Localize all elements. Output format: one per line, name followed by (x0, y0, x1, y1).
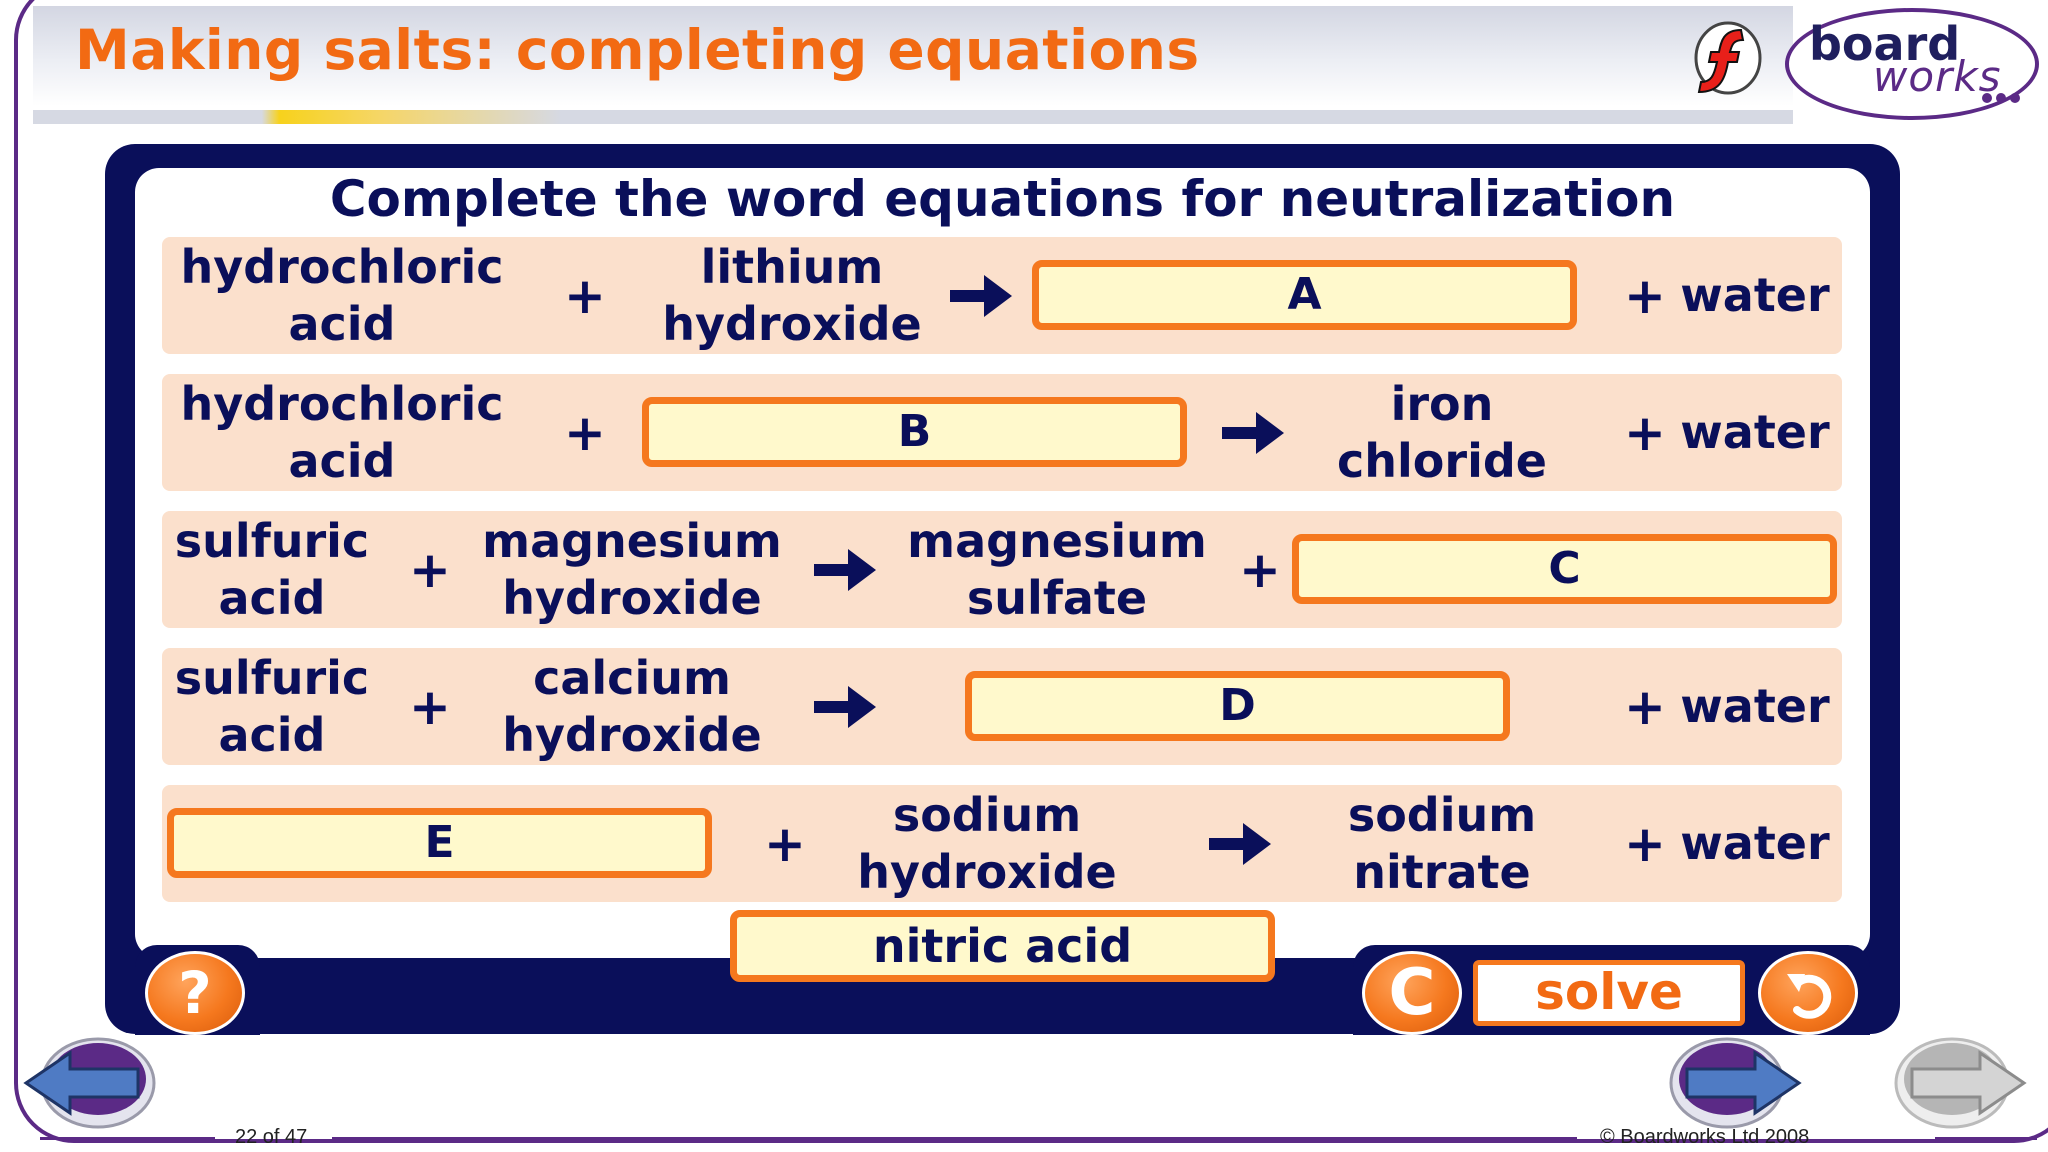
word-line: sodium (892, 788, 1082, 842)
help-button[interactable]: ? (145, 951, 245, 1035)
word-line: sodium (1347, 788, 1537, 842)
word-line: acid (218, 708, 326, 762)
word-line: acid (288, 434, 396, 488)
reactant-2: sodium hydroxide (852, 787, 1122, 901)
word-line: calcium (533, 651, 731, 705)
reactant-2: lithium hydroxide (632, 239, 952, 353)
header-stripe (33, 110, 1793, 124)
equation-row-4: sulfuric acid + calcium hydroxide D + wa… (162, 648, 1842, 765)
word-line: magnesium (907, 514, 1207, 568)
product-1: sodium nitrate (1327, 787, 1557, 901)
right-arrow-icon (1209, 823, 1271, 865)
word-line: iron (1390, 377, 1494, 431)
back-arrow-icon[interactable] (20, 1035, 160, 1131)
word-line: hydrochloric (180, 377, 504, 431)
slide-title: Making salts: completing equations (75, 18, 1200, 82)
reset-button[interactable]: C (1362, 951, 1462, 1035)
word-line: hydroxide (502, 571, 762, 625)
reactant-2: magnesium hydroxide (467, 513, 797, 627)
word-line: hydroxide (662, 297, 922, 351)
word-line: nitrate (1353, 845, 1531, 899)
equation-row-2: hydrochloric acid + B iron chloride + wa… (162, 374, 1842, 491)
footer-rule (1935, 1137, 2037, 1140)
plus-sign: + (1239, 541, 1281, 599)
word-line: hydroxide (857, 845, 1117, 899)
word-line: sulfuric (174, 514, 370, 568)
equation-row-1: hydrochloric acid + lithium hydroxide A … (162, 237, 1842, 354)
product-water: water (1680, 405, 1830, 459)
answer-box-c[interactable]: C (1292, 534, 1837, 604)
plus-sign: + (1624, 815, 1666, 873)
product-water: water (1680, 816, 1830, 870)
word-line: acid (288, 297, 396, 351)
product-1: iron chloride (1322, 376, 1562, 490)
reactant-1: hydrochloric acid (172, 376, 512, 490)
word-line: hydroxide (502, 708, 762, 762)
equation-row-3: sulfuric acid + magnesium hydroxide magn… (162, 511, 1842, 628)
flash-f-icon (1694, 21, 1762, 95)
answer-box-a[interactable]: A (1032, 260, 1577, 330)
plus-sign: + (764, 815, 806, 873)
answer-box-b[interactable]: B (642, 397, 1187, 467)
word-line: sulfate (966, 571, 1148, 625)
forward-arrow-disabled-icon (1894, 1037, 2027, 1129)
draggable-answer-tile[interactable]: nitric acid (730, 910, 1275, 982)
word-line: magnesium (482, 514, 782, 568)
answer-box-e[interactable]: E (167, 808, 712, 878)
word-line: chloride (1337, 434, 1547, 488)
logo-dots-icon (1982, 93, 2020, 103)
right-arrow-icon (950, 275, 1012, 317)
undo-button[interactable] (1758, 951, 1858, 1035)
footer-rule (40, 1137, 215, 1140)
forward-arrow-icon[interactable] (1665, 1035, 1805, 1131)
plus-sign: + (1624, 404, 1666, 462)
plus-sign: + (564, 404, 606, 462)
plus-sign: + (409, 678, 451, 736)
equation-row-5: E + sodium hydroxide sodium nitrate + wa… (162, 785, 1842, 902)
plus-sign: + (409, 541, 451, 599)
word-line: acid (218, 571, 326, 625)
product-1: magnesium sulfate (892, 513, 1222, 627)
undo-arrow-icon (1787, 974, 1832, 1019)
reactant-1: sulfuric acid (167, 513, 377, 627)
right-arrow-icon (814, 686, 876, 728)
word-line: lithium (700, 240, 884, 294)
product-water: water (1680, 679, 1830, 733)
solve-button[interactable]: solve (1473, 960, 1745, 1026)
activity-heading: Complete the word equations for neutrali… (329, 170, 1676, 228)
page-counter: 22 of 47 (235, 1126, 308, 1148)
footer-rule (332, 1137, 1577, 1140)
word-line: sulfuric (174, 651, 370, 705)
word-line: hydrochloric (180, 240, 504, 294)
answer-box-d[interactable]: D (965, 671, 1510, 741)
product-water: water (1680, 268, 1830, 322)
plus-sign: + (1624, 267, 1666, 325)
boardworks-logo: board works (1785, 8, 2039, 120)
copyright-notice: © Boardworks Ltd 2008 (1600, 1126, 1810, 1148)
reactant-2: calcium hydroxide (467, 650, 797, 764)
plus-sign: + (564, 267, 606, 325)
reactant-1: hydrochloric acid (172, 239, 512, 353)
reactant-1: sulfuric acid (167, 650, 377, 764)
right-arrow-icon (814, 549, 876, 591)
plus-sign: + (1624, 678, 1666, 736)
right-arrow-icon (1222, 412, 1284, 454)
